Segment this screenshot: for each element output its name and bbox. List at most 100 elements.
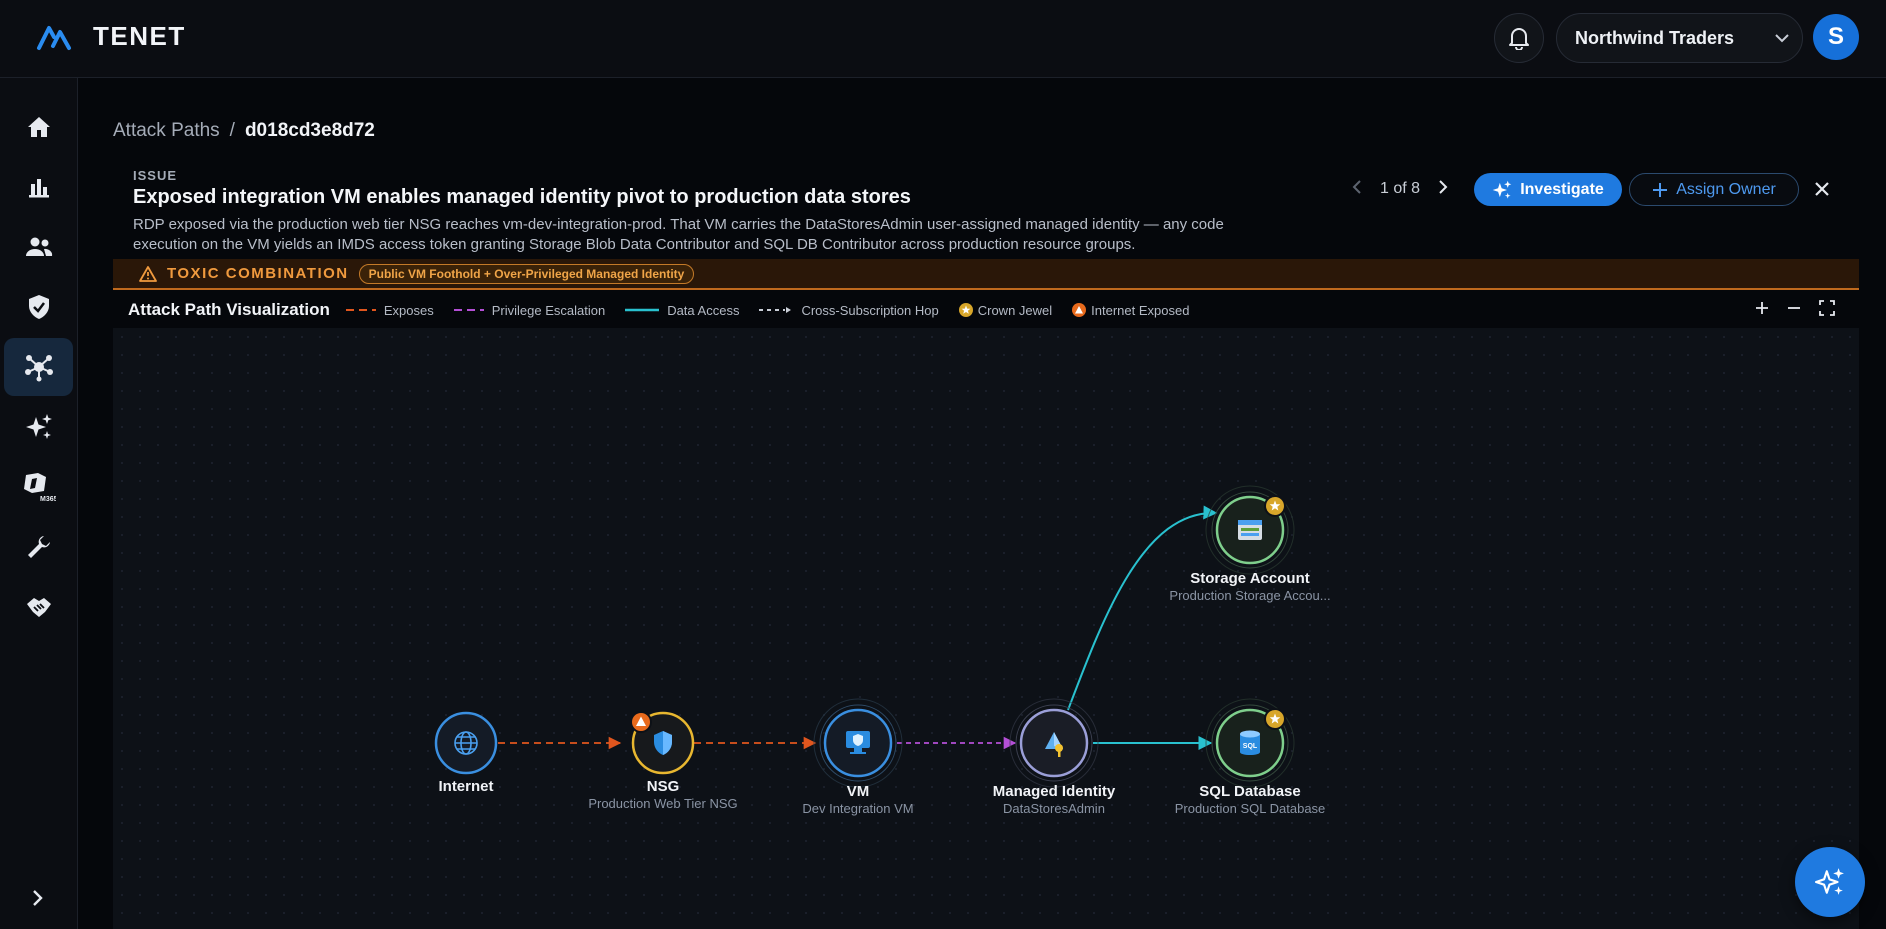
legend-hop: Cross-Subscription Hop [759, 303, 939, 318]
brand-name: TENET [93, 21, 186, 51]
node-subtitle: Production Web Tier NSG [588, 796, 738, 811]
legend-exposes-label: Exposes [383, 302, 434, 318]
home-icon [27, 117, 50, 137]
dotted-arrow-icon [759, 307, 792, 313]
sidebar-item-ai[interactable] [4, 398, 73, 456]
legend-crown-jewel-label: Crown Jewel [977, 302, 1053, 318]
chevron-right-icon [33, 890, 43, 906]
sidebar-item-identities[interactable] [4, 218, 73, 276]
minus-icon [1788, 307, 1800, 309]
issue-pager: 1 of 8 [1352, 173, 1448, 205]
notifications-button[interactable] [1494, 13, 1544, 63]
node-nsg[interactable] [630, 711, 695, 775]
pager-count: 1 of 8 [1380, 180, 1421, 197]
internet-exposed-badge-icon [630, 711, 652, 733]
next-issue-button[interactable] [1438, 179, 1448, 199]
sql-icon-text: SQL [1243, 743, 1258, 750]
chevron-right-icon [1439, 179, 1448, 194]
visualization-title: Attack Path Visualization [128, 300, 330, 319]
sidebar-item-analytics[interactable] [4, 158, 73, 216]
node-sql-database[interactable]: SQL [1205, 698, 1295, 788]
sidebar-item-security[interactable] [4, 278, 73, 336]
assign-owner-label: Assign Owner [1676, 180, 1776, 198]
user-avatar[interactable]: S [1813, 14, 1859, 60]
toxic-combination-label: TOXIC COMBINATION [167, 265, 349, 282]
node-name: SQL Database [1199, 783, 1301, 800]
attack-path-canvas[interactable]: SQL Internet NSG Production Web Tier NSG… [113, 328, 1859, 929]
fullscreen-icon [1819, 300, 1835, 316]
node-identity-label: Managed Identity DataStoresAdmin [944, 783, 1164, 816]
node-name: VM [846, 783, 870, 800]
investigate-button[interactable]: Investigate [1474, 173, 1622, 206]
fullscreen-button[interactable] [1819, 300, 1835, 321]
sidebar-item-home[interactable] [4, 98, 73, 156]
node-vm[interactable] [813, 698, 903, 788]
node-internet[interactable] [434, 711, 498, 775]
tenet-logo-icon [37, 26, 71, 50]
breadcrumb: Attack Paths / d018cd3e8d72 [113, 120, 375, 142]
visualization-header: Attack Path Visualization Exposes Privil… [113, 292, 1859, 328]
expand-sidebar-button[interactable] [24, 884, 52, 912]
close-icon [1815, 182, 1829, 196]
toxic-combination-bar: TOXIC COMBINATION Public VM Foothold + O… [113, 259, 1859, 290]
legend-data-access-label: Data Access [667, 302, 740, 318]
previous-issue-button[interactable] [1352, 179, 1362, 199]
node-subtitle: Production SQL Database [1174, 801, 1326, 816]
node-name: Managed Identity [992, 783, 1116, 800]
issue-title: Exposed integration VM enables managed i… [133, 186, 911, 208]
node-internet-label: Internet [356, 778, 576, 795]
node-subtitle: Dev Integration VM [802, 801, 914, 816]
sql-database-icon: SQL [1240, 730, 1260, 755]
node-managed-identity[interactable] [1009, 698, 1099, 788]
solid-line-icon [625, 308, 660, 312]
zoom-out-button[interactable] [1787, 301, 1801, 320]
edge-identity-storage [1067, 505, 1218, 711]
issue-description: RDP exposed via the production web tier … [133, 216, 1224, 253]
node-storage-account[interactable] [1205, 485, 1295, 575]
plus-icon [1756, 302, 1768, 314]
sidebar-item-tools[interactable] [4, 518, 73, 576]
warning-icon [139, 265, 157, 282]
legend-crown-jewel: Crown Jewel [958, 302, 1053, 318]
breadcrumb-current: d018cd3e8d72 [244, 120, 375, 141]
breadcrumb-separator: / [229, 120, 235, 141]
node-nsg-label: NSG Production Web Tier NSG [553, 778, 773, 811]
users-icon [25, 237, 52, 256]
storage-account-icon [1238, 520, 1262, 540]
breadcrumb-attack-paths-link[interactable]: Attack Paths [113, 120, 220, 142]
shield-check-icon [28, 295, 49, 319]
dashed-line-icon [345, 309, 376, 311]
organization-name: Northwind Traders [1575, 27, 1735, 48]
zoom-in-button[interactable] [1755, 301, 1769, 320]
ai-assistant-button[interactable] [1795, 847, 1865, 917]
alert-badge-icon [1072, 303, 1087, 317]
legend-internet-exposed-label: Internet Exposed [1091, 302, 1190, 318]
close-button[interactable] [1810, 177, 1834, 201]
issue-label: ISSUE [133, 168, 178, 183]
zoom-tools [1755, 300, 1835, 321]
sidebar-item-attack-paths[interactable] [4, 338, 73, 396]
chevron-down-icon [1762, 33, 1802, 43]
chevron-left-icon [1352, 179, 1361, 194]
crown-jewel-badge-icon [1264, 708, 1286, 730]
dashed-line-icon [453, 309, 484, 311]
node-sql-label: SQL Database Production SQL Database [1140, 783, 1360, 816]
sparkles-icon [1492, 180, 1512, 199]
attack-graph-icon [24, 355, 53, 382]
sidebar-item-m365[interactable]: M365 [4, 458, 73, 516]
legend-escalation: Privilege Escalation [453, 303, 605, 318]
investigate-label: Investigate [1520, 180, 1604, 198]
node-storage-label: Storage Account Production Storage Accou… [1140, 570, 1360, 603]
bar-chart-icon [28, 179, 49, 198]
plus-icon [1653, 182, 1668, 197]
sparkles-icon [25, 414, 52, 439]
sidebar-item-partners[interactable] [4, 578, 73, 636]
legend-exposes: Exposes [345, 302, 434, 318]
star-badge-icon [958, 303, 973, 317]
assign-owner-button[interactable]: Assign Owner [1629, 173, 1799, 206]
organization-select[interactable]: Northwind Traders [1556, 13, 1803, 63]
sparkles-icon [1815, 868, 1844, 895]
node-subtitle: DataStoresAdmin [1003, 801, 1105, 816]
handshake-icon [26, 598, 51, 617]
sidebar: M365 [0, 78, 78, 929]
